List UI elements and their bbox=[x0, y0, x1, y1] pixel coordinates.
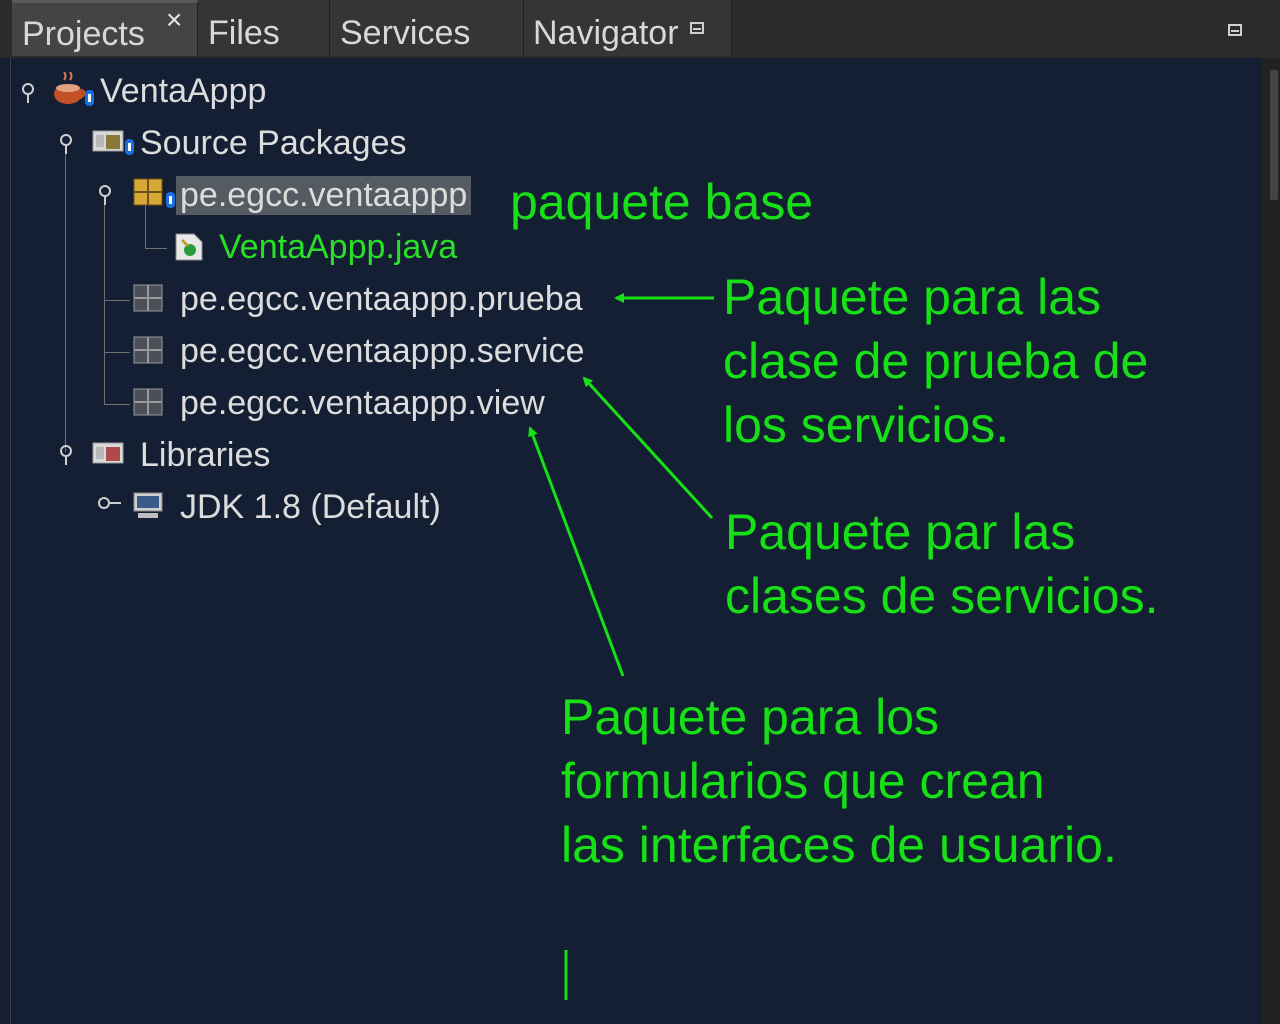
arrow-to-service bbox=[582, 376, 714, 520]
arrow-to-view bbox=[528, 426, 625, 677]
annotation-arrows bbox=[528, 293, 714, 1000]
